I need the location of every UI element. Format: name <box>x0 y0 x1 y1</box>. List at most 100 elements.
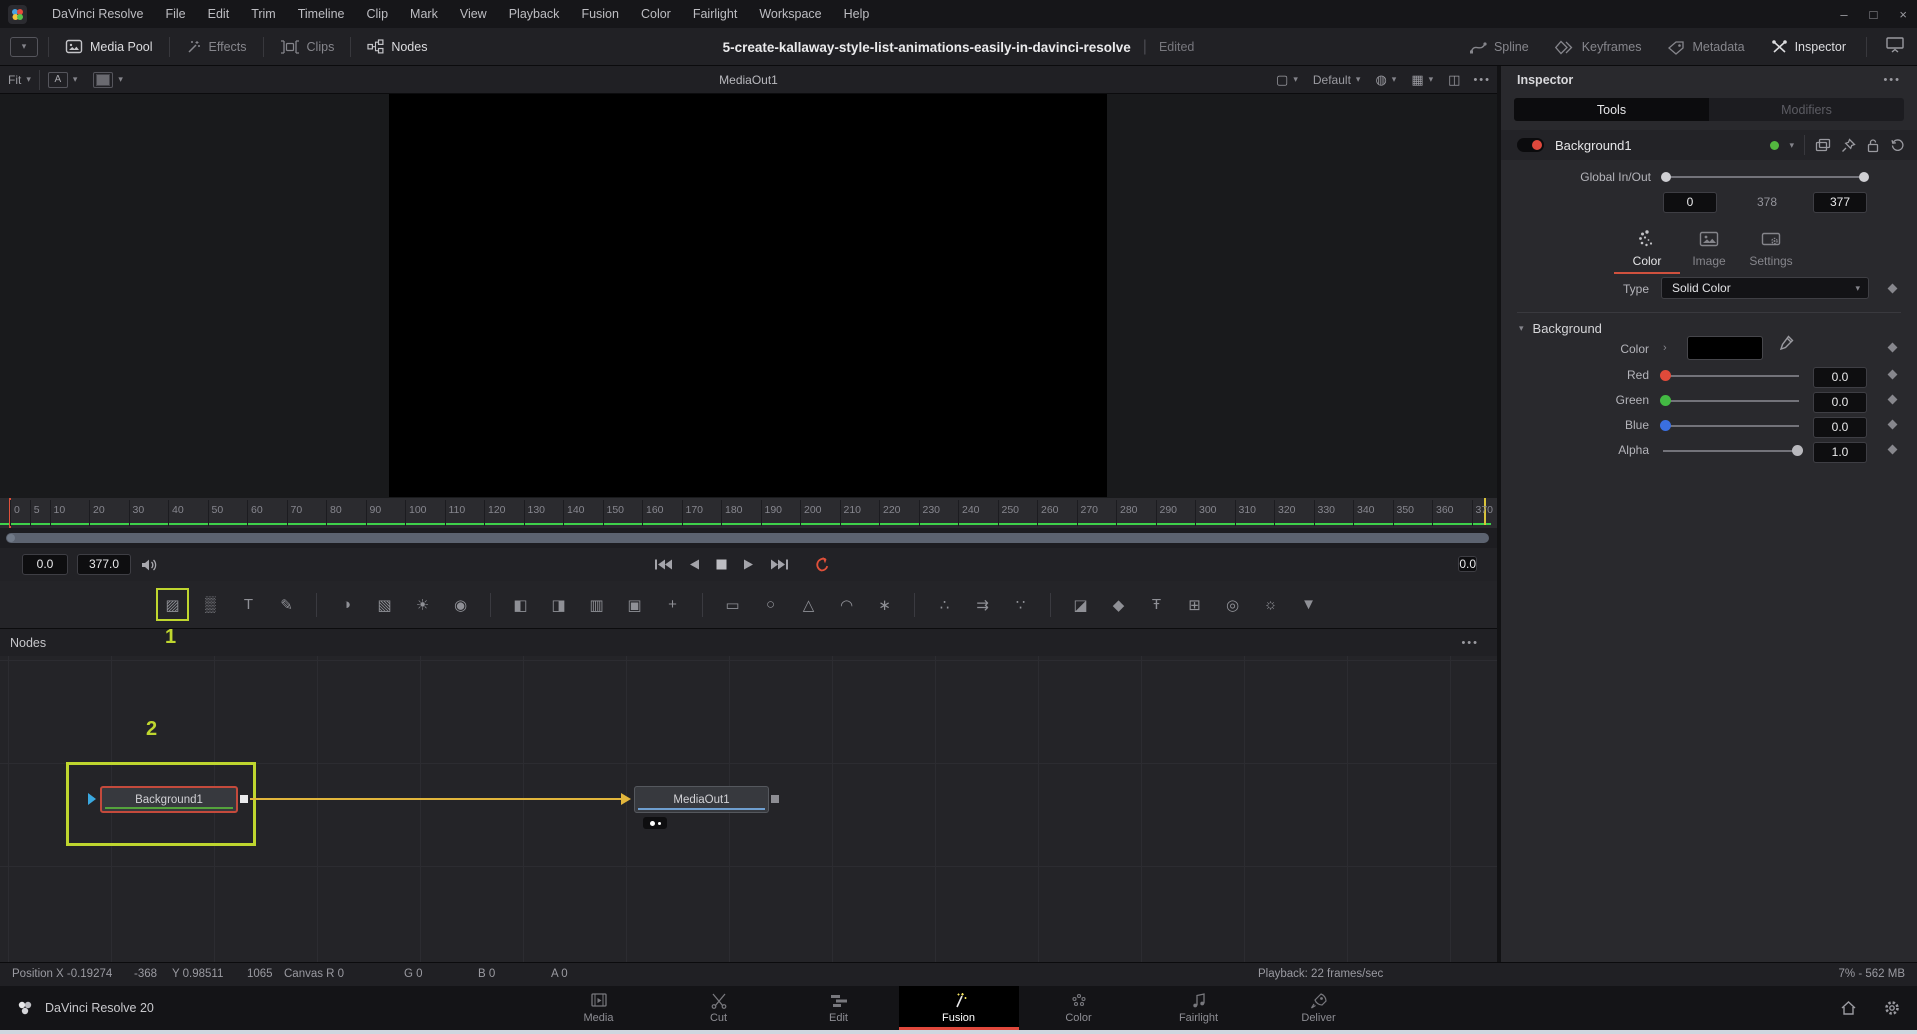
minimize-button[interactable]: – <box>1840 7 1847 22</box>
red-slider-handle[interactable] <box>1660 370 1671 381</box>
text-plus-tool[interactable]: T <box>236 592 261 617</box>
range-end-field[interactable]: 377.0 <box>77 554 131 575</box>
play-reverse-button[interactable] <box>687 557 701 572</box>
current-frame-field[interactable]: 0.0 <box>1458 556 1477 572</box>
versions-icon[interactable] <box>1815 138 1831 152</box>
menu-item-workspace[interactable]: Workspace <box>748 7 832 21</box>
roi-dropdown[interactable]: ▢▾ <box>1274 72 1300 88</box>
color-keyer-tool[interactable]: ▣ <box>622 592 647 617</box>
blue-slider[interactable] <box>1663 425 1799 427</box>
reset-history-icon[interactable] <box>1890 138 1905 153</box>
green-slider[interactable] <box>1663 400 1799 402</box>
background-tool[interactable]: ▨ <box>160 592 185 617</box>
shape-3d-tool[interactable]: ◆ <box>1106 592 1131 617</box>
alpha-slider[interactable] <box>1663 450 1799 452</box>
green-value-field[interactable]: 0.0 <box>1813 392 1867 413</box>
metadata-button[interactable]: Metadata <box>1661 40 1750 55</box>
lut-dropdown[interactable]: Default▾ <box>1311 73 1363 87</box>
zoom-mode-dropdown[interactable]: Fit▾ <box>0 73 39 87</box>
blue-keyframe-icon[interactable] <box>1888 420 1898 430</box>
page-edit[interactable]: Edit <box>779 986 899 1030</box>
loop-button[interactable] <box>812 556 831 573</box>
tab-settings[interactable]: Settings <box>1740 228 1802 274</box>
blue-slider-handle[interactable] <box>1660 420 1671 431</box>
alpha-keyframe-icon[interactable] <box>1888 445 1898 455</box>
menu-item-timeline[interactable]: Timeline <box>287 7 356 21</box>
red-slider[interactable] <box>1663 375 1799 377</box>
brightness-contrast-tool[interactable]: ☀ <box>410 592 435 617</box>
page-fusion[interactable]: Fusion <box>899 986 1019 1030</box>
menu-item-trim[interactable]: Trim <box>240 7 287 21</box>
bspline-mask-tool[interactable]: ◠ <box>834 592 859 617</box>
pin-icon[interactable] <box>1841 138 1856 153</box>
timeline-ruler[interactable]: 0510203040506070809010011012013014015016… <box>0 498 1497 528</box>
merge-tool[interactable]: ◧ <box>508 592 533 617</box>
gear-icon[interactable] <box>1883 999 1901 1017</box>
lock-icon[interactable] <box>1866 138 1880 153</box>
ellipse-mask-tool[interactable]: ○ <box>758 592 783 617</box>
matte-control-tool[interactable]: ◨ <box>546 592 571 617</box>
color-swatch[interactable] <box>1687 336 1763 360</box>
dual-viewer-button[interactable]: ◫ <box>1446 72 1462 88</box>
grid-dropdown[interactable]: ▦▾ <box>1409 72 1435 88</box>
menu-item-fusion[interactable]: Fusion <box>570 7 630 21</box>
global-in-out-slider[interactable] <box>1663 176 1867 178</box>
paint-tool[interactable]: ✎ <box>274 592 299 617</box>
node-graph-canvas[interactable]: 2 Background1 MediaOut1 <box>0 656 1497 962</box>
menu-item-edit[interactable]: Edit <box>197 7 241 21</box>
page-color[interactable]: Color <box>1019 986 1139 1030</box>
p-render-tool[interactable]: ⇉ <box>970 592 995 617</box>
tab-color[interactable]: Color <box>1616 228 1678 274</box>
tab-image[interactable]: Image <box>1678 228 1740 274</box>
menu-app-name[interactable]: DaVinci Resolve <box>41 7 154 21</box>
background-node-output-icon[interactable] <box>240 795 248 803</box>
clips-button[interactable]: Clips <box>274 40 341 54</box>
alpha-slider-handle[interactable] <box>1792 445 1803 456</box>
maximize-button[interactable]: □ <box>1870 7 1878 22</box>
interface-toggle-button[interactable]: ▾ <box>10 37 38 57</box>
stop-button[interactable] <box>715 557 728 572</box>
close-button[interactable]: × <box>1899 7 1907 22</box>
nodes-button[interactable]: Nodes <box>361 39 433 54</box>
inspector-button[interactable]: Inspector <box>1765 39 1852 55</box>
menu-item-mark[interactable]: Mark <box>399 7 449 21</box>
chevron-right-icon[interactable]: › <box>1663 342 1667 354</box>
node-connection-wire[interactable] <box>250 798 622 800</box>
ab-buffer-dropdown[interactable]: A▾ <box>40 72 86 88</box>
alpha-value-field[interactable]: 1.0 <box>1813 442 1867 463</box>
menu-item-color[interactable]: Color <box>630 7 682 21</box>
audio-mute-icon[interactable] <box>140 557 158 573</box>
viewer-canvas[interactable] <box>389 94 1107 497</box>
page-fairlight[interactable]: Fairlight <box>1139 986 1259 1030</box>
keyframes-button[interactable]: Keyframes <box>1549 40 1648 55</box>
image-plane-3d-tool[interactable]: ◪ <box>1068 592 1093 617</box>
type-dropdown[interactable]: Solid Color ▾ <box>1661 277 1869 299</box>
background-node-input-icon[interactable] <box>88 793 96 805</box>
text-3d-tool[interactable]: Ŧ <box>1144 592 1169 617</box>
menu-item-fairlight[interactable]: Fairlight <box>682 7 748 21</box>
eyedropper-icon[interactable] <box>1777 334 1795 352</box>
camera-3d-tool[interactable]: ◎ <box>1220 592 1245 617</box>
menu-item-clip[interactable]: Clip <box>356 7 400 21</box>
page-media[interactable]: Media <box>539 986 659 1030</box>
magic-mask-tool[interactable]: ∗ <box>872 592 897 617</box>
menu-item-playback[interactable]: Playback <box>498 7 571 21</box>
p-emitter-tool[interactable]: ∴ <box>932 592 957 617</box>
rectangle-mask-tool[interactable]: ▭ <box>720 592 745 617</box>
spot-light-3d-tool[interactable]: ☼ <box>1258 592 1283 617</box>
tab-modifiers[interactable]: Modifiers <box>1709 98 1904 121</box>
red-keyframe-icon[interactable] <box>1888 370 1898 380</box>
global-in-handle[interactable] <box>1661 172 1671 182</box>
merge-3d-tool[interactable]: ⊞ <box>1182 592 1207 617</box>
home-icon[interactable] <box>1840 1000 1857 1016</box>
green-keyframe-icon[interactable] <box>1888 395 1898 405</box>
node-mediaout1[interactable]: MediaOut1 <box>634 786 769 813</box>
channel-booleans-tool[interactable]: ▥ <box>584 592 609 617</box>
red-value-field[interactable]: 0.0 <box>1813 367 1867 388</box>
range-start-field[interactable]: 0.0 <box>22 554 68 575</box>
menu-item-file[interactable]: File <box>154 7 196 21</box>
play-button[interactable] <box>742 557 756 572</box>
timeline-scrollbar[interactable] <box>6 533 1489 543</box>
global-in-field[interactable]: 0 <box>1663 192 1717 213</box>
type-keyframe-icon[interactable] <box>1888 284 1898 294</box>
